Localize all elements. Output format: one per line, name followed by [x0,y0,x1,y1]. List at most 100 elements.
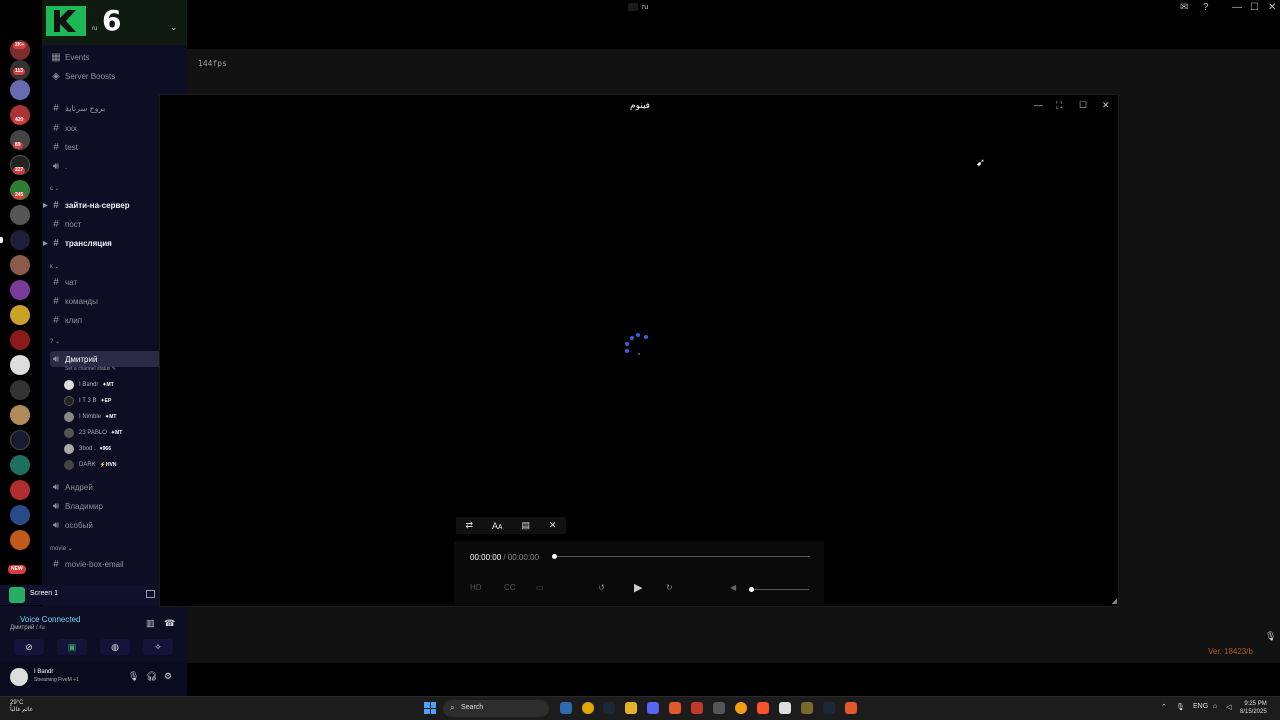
close-icon[interactable]: ✕ [549,520,557,531]
network-icon[interactable]: ⌂ [1213,703,1217,710]
hd-icon[interactable]: HD [470,583,482,592]
activities-button[interactable]: ◍ [100,639,130,655]
maximize-button[interactable]: ☐ [1079,100,1087,111]
steam-icon[interactable] [823,702,835,714]
help-icon[interactable]: ? [1203,2,1209,13]
close-button[interactable]: ✕ [1268,2,1276,13]
avatar [64,444,74,454]
fps-counter: 144fps [198,59,227,68]
channel-status-prompt[interactable]: Set a channel status ✎ [65,366,116,372]
server-icon[interactable] [10,255,30,275]
category-header[interactable]: с ⌄ [50,185,60,192]
category-header[interactable]: movie ⌄ [50,545,73,552]
headphones-icon[interactable]: 🎧︎ [146,671,157,682]
avatar[interactable] [10,668,28,686]
edge-icon[interactable] [560,702,572,714]
folder-icon[interactable] [625,702,637,714]
close-button[interactable]: ✕ [1102,100,1110,111]
translate-icon[interactable]: ▤ [521,520,530,531]
app-icon[interactable] [845,702,857,714]
disconnect-icon[interactable]: ☎ [164,618,175,629]
category-header[interactable]: к ⌄ [50,263,59,270]
chevron-down-icon[interactable]: ⌄ [170,22,178,33]
brave-icon[interactable] [757,702,769,714]
server-icon[interactable] [10,530,30,550]
channel-label: команды [65,296,98,306]
rewind-10-icon[interactable]: ↺ [598,583,605,592]
voice-user[interactable]: 3bod . ♥966 [64,442,111,456]
app-icon[interactable] [735,702,747,714]
audio-track-icon[interactable]: ▭ [536,583,544,592]
text-size-icon[interactable]: Aᴀ [492,521,502,531]
start-button[interactable] [424,702,436,714]
voice-status-panel: Voice Connected Дмитрий / ru ▥ ☎ ⊘ ▣ ◍ ✧ [0,606,187,662]
server-icon[interactable] [10,305,30,325]
swap-icon[interactable]: ⇄ [465,520,473,531]
mic-tray-icon[interactable]: 🎙︎ [1176,703,1185,711]
captions-icon[interactable]: CC [504,583,516,592]
category-header[interactable]: ? ⌄ [50,338,60,345]
user-name[interactable]: I Bandr [34,669,53,675]
forward-10-icon[interactable]: ↻ [666,583,673,592]
volume-icon[interactable]: ◀ [730,583,736,592]
steam-icon[interactable] [603,702,615,714]
server-icon[interactable] [10,355,30,375]
server-icon[interactable] [10,430,30,450]
clock[interactable]: 9:25 PM 8/15/2025 [1240,700,1267,716]
seek-handle[interactable] [552,554,557,559]
play-button[interactable]: ▶ [634,581,642,594]
server-icon[interactable] [10,455,30,475]
mic-icon[interactable]: 🎙︎ [128,671,139,682]
tray-chevron-icon[interactable]: ⌃ [1161,703,1167,711]
fullscreen-button[interactable]: ⛶ [1056,100,1062,111]
voice-user-name: 3bod . [79,446,96,452]
server-header[interactable]: 6 ru ⌄ [42,0,187,45]
app-icon[interactable] [669,702,681,714]
minimize-button[interactable]: — [1232,2,1242,13]
server-icon[interactable] [10,80,30,100]
camera-off-button[interactable]: ⊘ [14,639,44,655]
clock-time: 9:25 PM [1244,701,1267,707]
gear-icon[interactable]: ⚙ [164,671,172,682]
voice-user[interactable]: DARK ⚡HVN [64,458,116,472]
app-icon[interactable] [691,702,703,714]
app-icon[interactable] [779,702,791,714]
volume-tray-icon[interactable]: ◁ [1226,703,1231,711]
top-band [187,17,1280,49]
server-icon[interactable] [10,330,30,350]
server-icon[interactable] [10,280,30,300]
channel-boosts[interactable]: ◈ Server Boosts [50,68,182,84]
channel-events[interactable]: ▦ Events [50,49,182,65]
weather-widget[interactable]: 29°C غائم غالباً [10,700,33,714]
voice-user[interactable]: 23 PABLO ✦MT [64,426,122,440]
app-icon[interactable] [801,702,813,714]
server-icon[interactable] [10,405,30,425]
voice-user[interactable]: I T 3 B ✦EP [64,394,111,408]
server-icon[interactable] [10,205,30,225]
resize-handle[interactable]: ◢ [1112,597,1117,605]
channel-label: особый [65,520,93,530]
server-icon[interactable] [10,480,30,500]
language-indicator[interactable]: ENG [1193,703,1208,710]
maximize-button[interactable]: ☐ [1250,2,1259,13]
volume-bar[interactable] [751,589,809,590]
seek-bar[interactable] [554,556,810,557]
noise-suppression-icon[interactable]: ▥ [146,618,155,629]
volume-handle[interactable] [749,587,754,592]
inbox-icon[interactable]: ✉ [1180,2,1188,13]
chrome-icon[interactable] [582,702,594,714]
minimize-button[interactable]: — [1034,100,1043,110]
server-folder-icon[interactable] [10,230,30,250]
server-icon[interactable] [10,505,30,525]
voice-channel-path[interactable]: Дмитрий / ru [10,625,45,631]
voice-connected-label[interactable]: Voice Connected [20,615,81,624]
app-icon[interactable] [713,702,725,714]
voice-user[interactable]: I Nimble ✦MT [64,410,116,424]
server-icon[interactable] [10,380,30,400]
popout-icon[interactable] [146,590,155,598]
search-box[interactable]: ⌕ Search [443,700,549,717]
voice-user[interactable]: I Bandr ✦MT [64,378,114,392]
screen-share-button[interactable]: ▣ [57,639,87,655]
discord-icon[interactable] [647,702,659,714]
soundboard-button[interactable]: ✧ [143,639,173,655]
